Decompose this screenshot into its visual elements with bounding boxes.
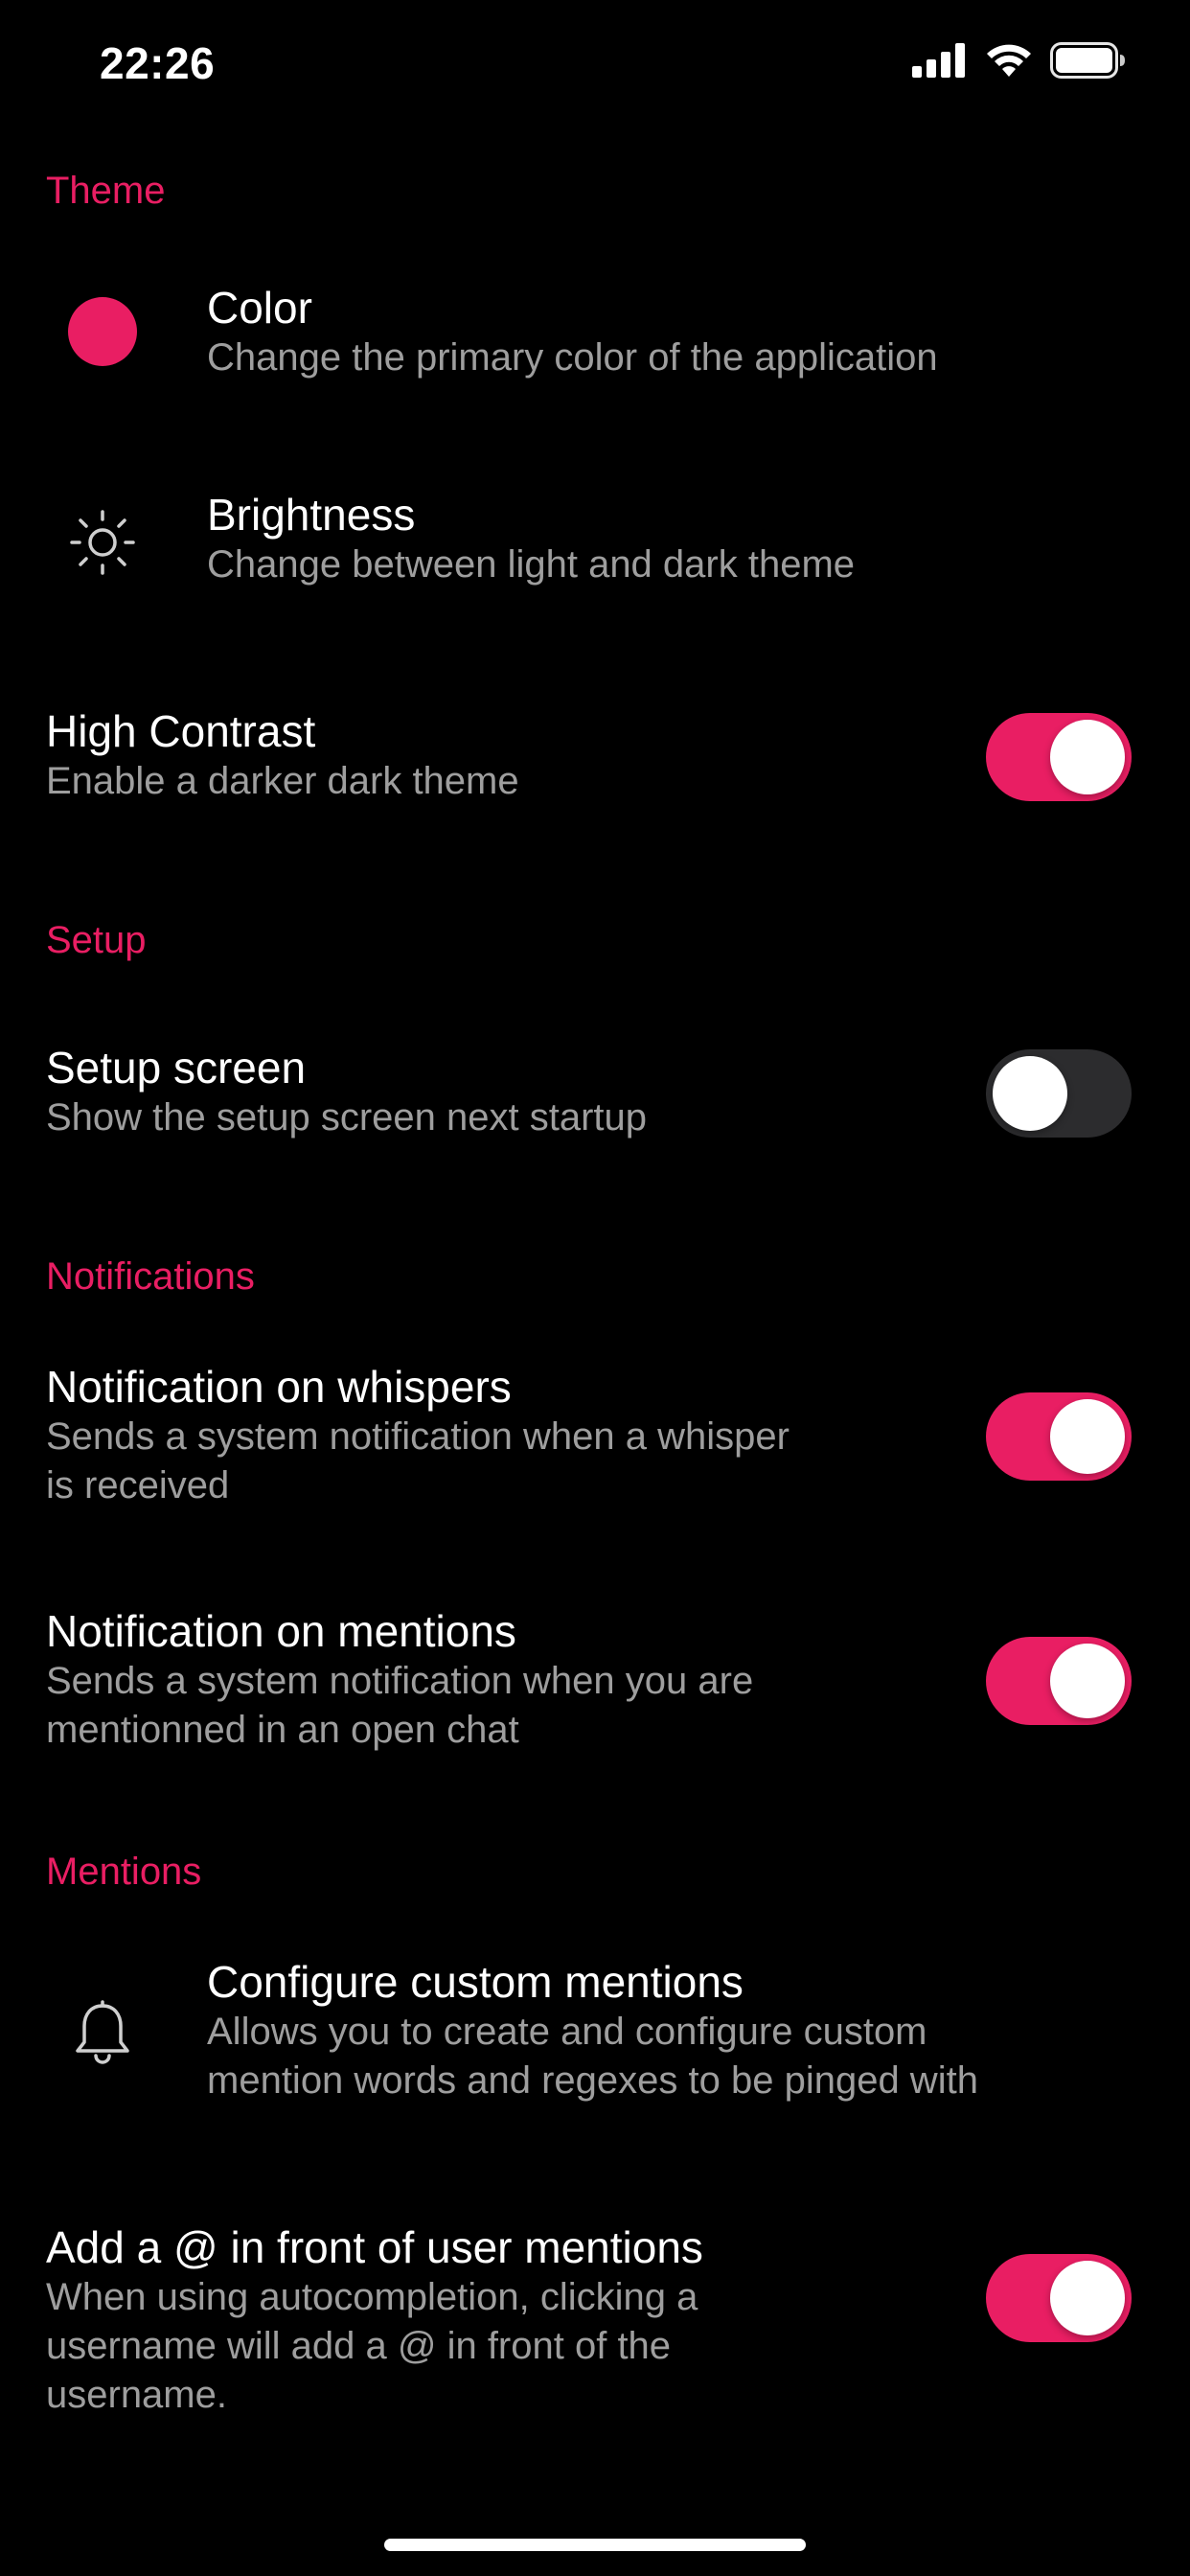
color-dot-icon — [68, 297, 137, 366]
color-title: Color — [207, 283, 312, 333]
battery-icon — [1050, 42, 1125, 79]
setup-screen-row: Setup screen Show the setup screen next … — [0, 1026, 1190, 1161]
wifi-icon — [987, 44, 1031, 77]
mentions-notification-subtitle-line1: Sends a system notification when you are — [46, 1660, 754, 1702]
toggle-knob — [993, 1056, 1067, 1131]
at-prefix-mentions-row: Add a @ in front of user mentions When u… — [0, 2206, 1190, 2436]
toggle-knob — [1050, 1399, 1125, 1474]
color-subtitle: Change the primary color of the applicat… — [207, 336, 938, 379]
whispers-subtitle-line1: Sends a system notification when a whisp… — [46, 1415, 790, 1458]
whispers-subtitle-line2: is received — [46, 1464, 230, 1506]
notification-whispers-row: Notification on whispers Sends a system … — [0, 1346, 1190, 1528]
at-prefix-subtitle-line1: When using autocompletion, clicking a — [46, 2276, 698, 2318]
bell-icon — [76, 2000, 129, 2064]
setup-screen-title: Setup screen — [46, 1043, 307, 1092]
status-icons — [912, 42, 1127, 79]
high-contrast-subtitle: Enable a darker dark theme — [46, 760, 519, 802]
toggle-knob — [1050, 1644, 1125, 1718]
mentions-notification-title: Notification on mentions — [46, 1606, 516, 1656]
mentions-notification-subtitle-line2: mentionned in an open chat — [46, 1709, 519, 1751]
notification-mentions-row: Notification on mentions Sends a system … — [0, 1590, 1190, 1772]
brightness-title: Brightness — [207, 490, 416, 540]
high-contrast-row: High Contrast Enable a darker dark theme — [0, 690, 1190, 824]
setup-screen-subtitle: Show the setup screen next startup — [46, 1096, 648, 1138]
custom-mentions-subtitle-line2: mention words and regexes to be pinged w… — [207, 2059, 978, 2102]
brightness-subtitle: Change between light and dark theme — [207, 543, 856, 586]
section-header-theme: Theme — [46, 170, 166, 212]
custom-mentions-title: Configure custom mentions — [207, 1957, 744, 2007]
toggle-knob — [1050, 2261, 1125, 2335]
at-prefix-subtitle-line3: username. — [46, 2374, 227, 2416]
at-prefix-subtitle-line2: username will add a @ in front of the — [46, 2325, 672, 2367]
whispers-title: Notification on whispers — [46, 1362, 512, 1412]
custom-mentions-subtitle-line1: Allows you to create and configure custo… — [207, 2011, 927, 2053]
section-header-mentions: Mentions — [46, 1851, 202, 1893]
toggle-knob — [1050, 720, 1125, 794]
brightness-icon — [70, 510, 135, 575]
color-setting-row[interactable]: Color Change the primary color of the ap… — [0, 259, 1190, 402]
at-prefix-title: Add a @ in front of user mentions — [46, 2222, 703, 2272]
mentions-notification-toggle[interactable] — [986, 1637, 1132, 1725]
configure-custom-mentions-row[interactable]: Configure custom mentions Allows you to … — [0, 1941, 1190, 2128]
high-contrast-toggle[interactable] — [986, 713, 1132, 801]
section-header-notifications: Notifications — [46, 1255, 255, 1298]
brightness-setting-row[interactable]: Brightness Change between light and dark… — [0, 466, 1190, 610]
home-indicator[interactable] — [384, 2539, 806, 2551]
high-contrast-title: High Contrast — [46, 706, 316, 756]
status-time: 22:26 — [100, 38, 216, 88]
at-prefix-toggle[interactable] — [986, 2254, 1132, 2342]
section-header-setup: Setup — [46, 919, 147, 961]
setup-screen-toggle[interactable] — [986, 1049, 1132, 1138]
cellular-signal-icon — [912, 43, 965, 78]
whispers-toggle[interactable] — [986, 1392, 1132, 1481]
